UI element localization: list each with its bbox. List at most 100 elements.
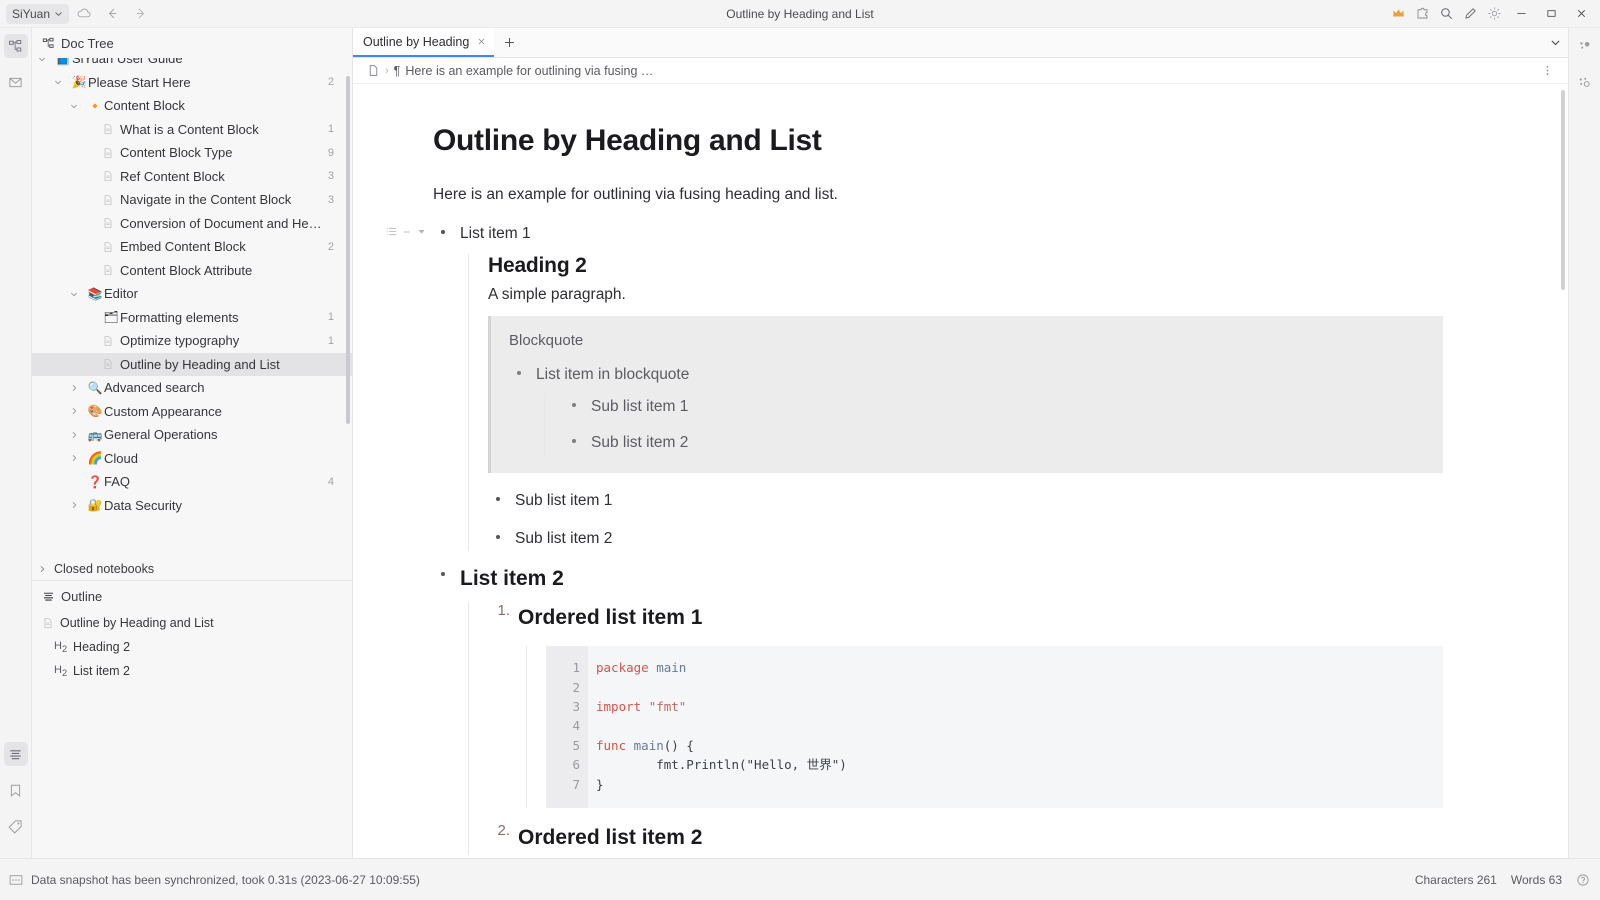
- chevron-right-icon[interactable]: [70, 384, 86, 392]
- emoji-icon: 📘: [54, 58, 72, 66]
- doc-tree-row[interactable]: 🎨Custom Appearance: [32, 400, 352, 424]
- close-icon[interactable]: [477, 37, 486, 46]
- doc-tree-row[interactable]: 📘SiYuan User Guide: [32, 58, 352, 71]
- bookmark-icon[interactable]: [4, 778, 28, 802]
- sun-icon[interactable]: [1482, 3, 1506, 25]
- doc-tree-row[interactable]: Content Block Type9: [32, 141, 352, 165]
- chevron-down-icon[interactable]: [54, 78, 70, 86]
- block-gutter[interactable]: [386, 226, 426, 237]
- pencil-icon[interactable]: [1458, 3, 1482, 25]
- doc-tree-row[interactable]: 🚌General Operations: [32, 423, 352, 447]
- status-bar: Data snapshot has been synchronized, too…: [0, 858, 1600, 900]
- outline-row[interactable]: Outline by Heading and List: [32, 611, 352, 635]
- breadcrumb[interactable]: › ¶ Here is an example for outlining via…: [353, 58, 1568, 84]
- minimize-button[interactable]: [1506, 0, 1536, 28]
- blockquote-list-item[interactable]: List item in blockquote Sub list item 1: [509, 363, 1425, 455]
- puzzle-icon[interactable]: [1410, 3, 1434, 25]
- editor-scrollbar[interactable]: [1561, 90, 1565, 290]
- list-icon[interactable]: [386, 226, 397, 237]
- document[interactable]: Outline by Heading and List Here is an e…: [353, 84, 1568, 855]
- doc-tree-row[interactable]: Outline by Heading and List: [32, 353, 352, 377]
- blockquote[interactable]: Blockquote List item in blockquote: [488, 316, 1443, 473]
- chevron-right-icon[interactable]: [70, 407, 86, 415]
- search-icon[interactable]: [1434, 3, 1458, 25]
- code-token: () {: [664, 738, 694, 753]
- caret-down-icon[interactable]: [417, 227, 426, 236]
- list-item-2[interactable]: List item 2 1. Ordered list item 1: [433, 563, 1443, 854]
- ordered-item-2[interactable]: 2. Ordered list item 2: [488, 822, 1443, 855]
- chevron-down-icon[interactable]: [38, 58, 54, 63]
- outline-row-label: List item 2: [73, 664, 130, 678]
- doc-tree-row[interactable]: 🗂Formatting elements1: [32, 306, 352, 330]
- emoji-icon: 🔐: [86, 498, 104, 512]
- emoji-icon: 📚: [86, 287, 104, 301]
- back-icon[interactable]: [99, 3, 125, 25]
- workspace-switcher-button[interactable]: SiYuan: [6, 4, 69, 24]
- doc-tree-row[interactable]: 🌈Cloud: [32, 447, 352, 471]
- blockquote-sub-item-1[interactable]: Sub list item 1: [564, 395, 1425, 419]
- chevron-down-icon[interactable]: [70, 102, 86, 110]
- doc-tree-row[interactable]: What is a Content Block1: [32, 118, 352, 142]
- tab-outline-by-heading-and-list[interactable]: Outline by Heading an: [353, 28, 494, 57]
- outline-row[interactable]: H2Heading 2: [32, 635, 352, 659]
- more-vertical-icon[interactable]: [1541, 64, 1554, 77]
- inbox-icon[interactable]: [4, 70, 28, 94]
- graph-icon[interactable]: [1573, 70, 1597, 94]
- code-line: 2: [546, 678, 1443, 697]
- character-count: Characters 261: [1415, 873, 1497, 887]
- document-scroll-area[interactable]: Outline by Heading and List Here is an e…: [353, 84, 1568, 858]
- doc-tree-row[interactable]: 📚Editor: [32, 282, 352, 306]
- right-icon-rail: [1568, 28, 1600, 858]
- chevron-right-icon[interactable]: [70, 454, 86, 462]
- ordered-item-1[interactable]: 1. Ordered list item 1 1package main2 3i…: [488, 602, 1443, 808]
- sub-list-item-2[interactable]: Sub list item 2: [488, 527, 1443, 551]
- help-icon[interactable]: [1576, 873, 1590, 887]
- doc-tree-row[interactable]: Conversion of Document and Head…: [32, 212, 352, 236]
- doc-tree-row-count: 1: [328, 123, 334, 135]
- doc-tree-row[interactable]: 🔸Content Block: [32, 94, 352, 118]
- chevron-down-icon[interactable]: [70, 290, 86, 298]
- doc-tree-row[interactable]: Embed Content Block2: [32, 235, 352, 259]
- doc-tree-row[interactable]: 🔍Advanced search: [32, 376, 352, 400]
- doc-tree-scrollbar[interactable]: [346, 76, 350, 424]
- forward-icon[interactable]: [127, 3, 153, 25]
- maximize-button[interactable]: [1536, 0, 1566, 28]
- doc-tree-row[interactable]: Optimize typography1: [32, 329, 352, 353]
- backlink-icon[interactable]: [1573, 34, 1597, 58]
- chevron-right-icon[interactable]: [70, 431, 86, 439]
- doc-tree-row-count: 3: [328, 170, 334, 182]
- doc-tree-row[interactable]: 🎉Please Start Here2: [32, 71, 352, 95]
- tag-icon[interactable]: [4, 814, 28, 838]
- file-icon[interactable]: [367, 64, 380, 77]
- code-block[interactable]: 1package main2 3import "fmt"4 5func main…: [546, 646, 1443, 808]
- doc-tree-row-label: Please Start Here: [88, 75, 322, 90]
- doc-tree-icon[interactable]: [4, 34, 28, 58]
- emoji-icon: 🎨: [86, 404, 104, 418]
- dash-icon[interactable]: [402, 227, 412, 237]
- doc-tree-row[interactable]: 🔐Data Security: [32, 494, 352, 518]
- closed-notebooks-row[interactable]: Closed notebooks: [32, 558, 352, 580]
- outline-row[interactable]: H2List item 2: [32, 659, 352, 683]
- doc-tree-row[interactable]: Ref Content Block3: [32, 165, 352, 189]
- snapshot-icon[interactable]: [9, 873, 23, 887]
- blockquote-sub-item-2[interactable]: Sub list item 2: [564, 431, 1425, 455]
- tab-list-button[interactable]: [1549, 28, 1568, 57]
- chevron-right-icon[interactable]: [70, 501, 86, 509]
- close-button[interactable]: [1566, 0, 1596, 28]
- sub-list-item-1[interactable]: Sub list item 1: [488, 489, 1443, 513]
- list-item-1[interactable]: List item 1 Heading 2 A simple paragraph…: [433, 222, 1443, 551]
- doc-tree-row[interactable]: ❓FAQ4: [32, 470, 352, 494]
- doc-tree-body[interactable]: 📘SiYuan User Guide🎉Please Start Here2🔸Co…: [32, 58, 352, 558]
- bullet-icon: [572, 439, 576, 443]
- new-tab-button[interactable]: [494, 28, 524, 57]
- outline-icon[interactable]: [4, 742, 28, 766]
- doc-tree-row[interactable]: Content Block Attribute: [32, 259, 352, 283]
- left-icon-rail: [0, 28, 32, 858]
- crown-icon[interactable]: [1386, 3, 1410, 25]
- doc-tree-list[interactable]: 📘SiYuan User Guide🎉Please Start Here2🔸Co…: [32, 58, 352, 558]
- cloud-icon[interactable]: [71, 3, 97, 25]
- outline-list[interactable]: Outline by Heading and ListH2Heading 2H2…: [32, 611, 352, 683]
- paragraph-icon[interactable]: ¶: [394, 64, 401, 78]
- doc-tree-row[interactable]: Navigate in the Content Block3: [32, 188, 352, 212]
- code-line-source: func main() {: [588, 736, 694, 755]
